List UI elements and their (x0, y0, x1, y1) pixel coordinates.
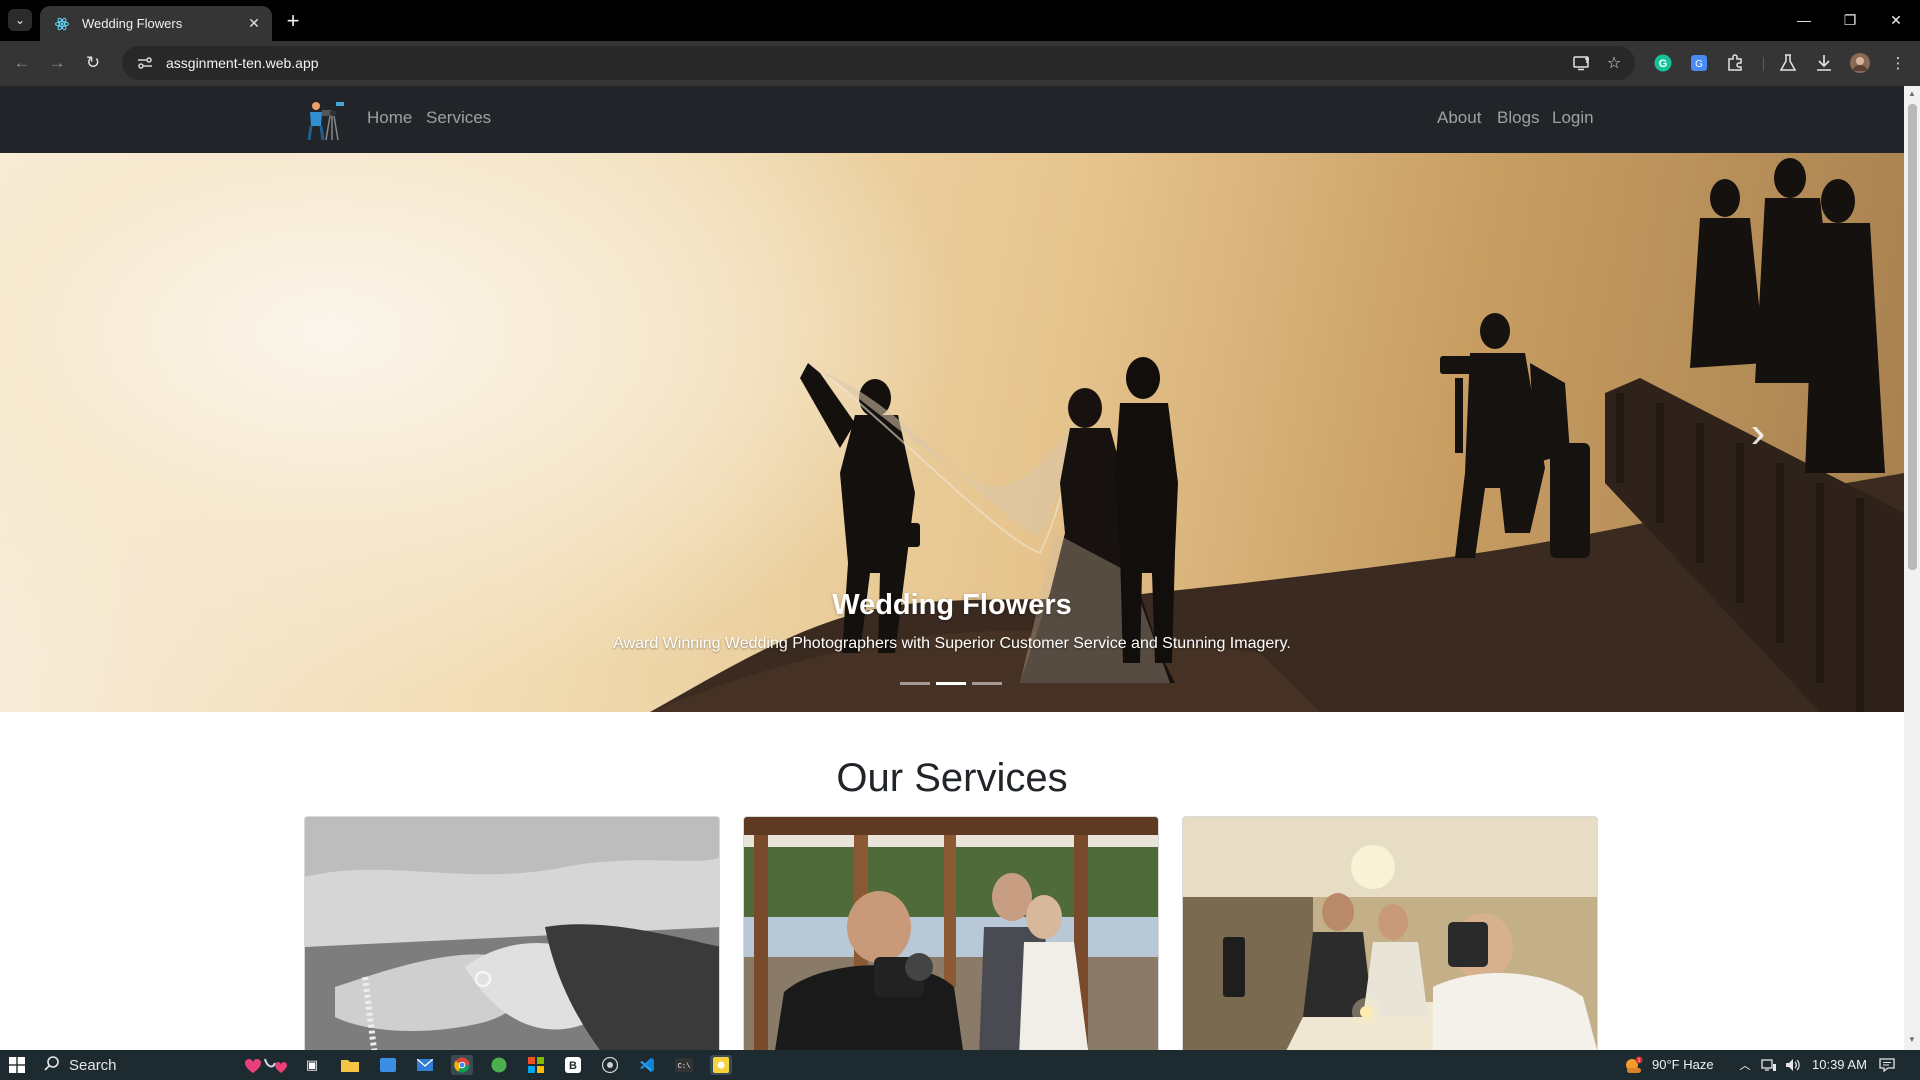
hero-subtitle: Award Winning Wedding Photographers with… (613, 635, 1291, 652)
hero-carousel: Wedding Flowers Award Winning Wedding Ph… (0, 153, 1904, 712)
nav-blogs-link[interactable]: Blogs (1497, 108, 1540, 128)
green-app-icon[interactable] (488, 1055, 510, 1075)
labs-flask-icon[interactable] (1774, 49, 1802, 77)
profile-avatar[interactable] (1846, 49, 1874, 77)
store-icon[interactable] (525, 1055, 547, 1075)
back-icon[interactable]: ← (8, 49, 36, 77)
nav-services-link[interactable]: Services (426, 108, 491, 128)
service-card-1[interactable] (304, 816, 720, 1050)
page-viewport: Home Services About Blogs Login Wedding … (0, 86, 1904, 1050)
browser-tab-active[interactable]: Wedding Flowers ✕ (40, 6, 272, 41)
service-image-reception (1183, 817, 1597, 1050)
carousel-indicators (900, 682, 1002, 685)
restore-icon[interactable]: ❐ (1830, 6, 1870, 34)
task-view-icon[interactable]: ▣ (301, 1055, 323, 1075)
downloads-icon[interactable] (1810, 49, 1838, 77)
url-text: assginment-ten.web.app (166, 55, 319, 71)
carousel-indicator-1[interactable] (900, 682, 930, 685)
site-info-icon[interactable] (134, 52, 156, 74)
vscode-icon[interactable] (636, 1055, 658, 1075)
scroll-down-icon[interactable]: ▼ (1908, 1036, 1916, 1044)
chevron-down-icon: ⌄ (14, 13, 26, 27)
services-heading: Our Services (836, 756, 1068, 800)
carousel-indicator-3[interactable] (972, 682, 1002, 685)
service-image-rings (305, 817, 719, 1050)
sticky-app-icon[interactable] (710, 1055, 732, 1075)
nav-home-link[interactable]: Home (367, 108, 412, 128)
address-bar[interactable]: assginment-ten.web.app (122, 46, 1635, 80)
svg-text:G: G (1695, 59, 1703, 70)
tray-chevron-up-icon[interactable]: ︿ (1734, 1055, 1756, 1075)
github-desktop-icon[interactable] (599, 1055, 621, 1075)
volume-icon[interactable] (1782, 1055, 1804, 1075)
chrome-taskbar-icon[interactable] (451, 1055, 473, 1075)
network-icon[interactable] (1758, 1055, 1780, 1075)
taskbar-search[interactable]: Search (44, 1054, 244, 1076)
translate-extension-icon[interactable]: G (1685, 49, 1713, 77)
browser-tabstrip: ⌄ Wedding Flowers ✕ + — ❐ ✕ (0, 0, 1920, 41)
close-window-icon[interactable]: ✕ (1876, 6, 1916, 34)
file-explorer-icon[interactable] (339, 1055, 361, 1075)
extensions-puzzle-icon[interactable] (1721, 49, 1749, 77)
carousel-indicator-2[interactable] (936, 682, 966, 685)
scroll-up-icon[interactable]: ▲ (1908, 90, 1916, 98)
nav-login-link[interactable]: Login (1552, 108, 1594, 128)
toolbar-separator (1763, 57, 1764, 71)
install-app-icon[interactable] (1568, 49, 1596, 77)
windows-taskbar: Search ▣ B C:\ 1 90°F Haze ︿ 10:39 AM (0, 1050, 1920, 1080)
photographer-logo-icon[interactable] (302, 98, 346, 142)
hero-slide-image (650, 158, 1904, 712)
terminal-icon[interactable]: C:\ (673, 1055, 695, 1075)
weather-text[interactable]: 90°F Haze (1652, 1057, 1714, 1072)
hearts-widget-icon[interactable] (238, 1055, 288, 1075)
tab-title: Wedding Flowers (82, 16, 183, 31)
site-navbar: Home Services About Blogs Login (0, 86, 1904, 153)
notifications-icon[interactable] (1876, 1055, 1898, 1075)
scrollbar-thumb[interactable] (1908, 104, 1917, 570)
svg-text:C:\: C:\ (678, 1063, 691, 1071)
new-tab-button[interactable]: + (280, 8, 306, 34)
weather-icon[interactable]: 1 (1622, 1055, 1644, 1075)
mail-icon[interactable] (414, 1055, 436, 1075)
search-icon (44, 1055, 59, 1075)
svg-text:1: 1 (1638, 1058, 1641, 1064)
bookmark-star-icon[interactable]: ☆ (1600, 49, 1628, 77)
nav-about-link[interactable]: About (1437, 108, 1481, 128)
app-icon-blue[interactable] (377, 1055, 399, 1075)
svg-text:G: G (1659, 58, 1668, 70)
grammarly-extension-icon[interactable]: G (1649, 49, 1677, 77)
react-favicon-icon (54, 16, 70, 32)
hero-title: Wedding Flowers (832, 589, 1072, 621)
service-card-3[interactable] (1182, 816, 1598, 1050)
forward-icon[interactable]: → (43, 49, 71, 77)
service-image-photographer (744, 817, 1158, 1050)
page-scrollbar[interactable]: ▲ ▼ (1904, 86, 1920, 1050)
svg-text:B: B (569, 1060, 577, 1072)
carousel-next-icon[interactable]: › (1738, 403, 1778, 463)
reload-icon[interactable]: ↻ (79, 49, 107, 77)
clock-time[interactable]: 10:39 AM (1812, 1057, 1867, 1072)
minimize-icon[interactable]: — (1784, 6, 1824, 34)
app-icon-b[interactable]: B (562, 1055, 584, 1075)
search-label: Search (69, 1056, 117, 1074)
windows-start-icon[interactable] (6, 1055, 28, 1075)
close-tab-icon[interactable]: ✕ (244, 14, 264, 34)
tab-search-button[interactable]: ⌄ (8, 9, 32, 31)
browser-toolbar: ← → ↻ assginment-ten.web.app ☆ G G ⋮ (0, 41, 1920, 86)
service-card-2[interactable] (743, 816, 1159, 1050)
more-menu-icon[interactable]: ⋮ (1884, 49, 1912, 77)
